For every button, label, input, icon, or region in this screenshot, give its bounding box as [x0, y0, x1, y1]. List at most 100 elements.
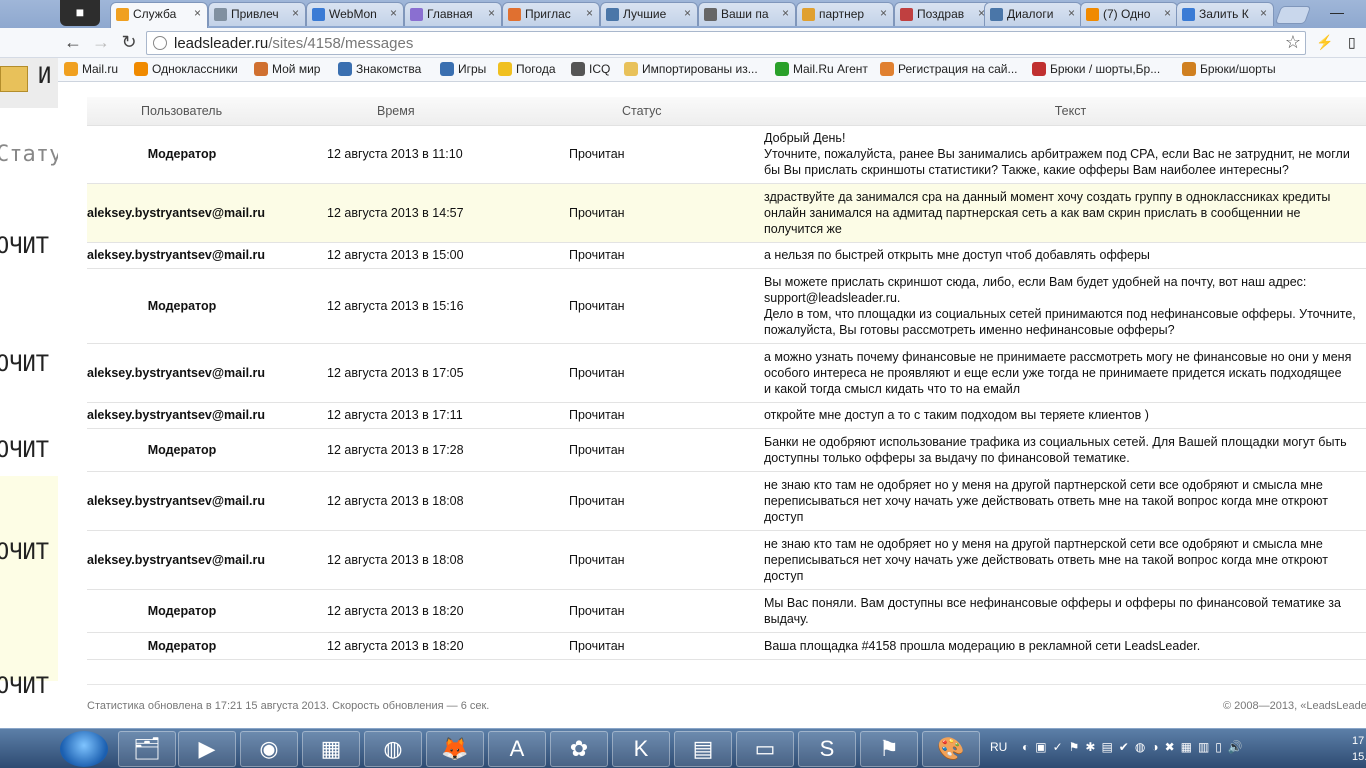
tab-0[interactable]: Служба × [110, 2, 208, 28]
table-row[interactable]: aleksey.bystryantsev@mail.ru 12 августа 2… [87, 471, 1366, 531]
tab-11[interactable]: Залить К × [1176, 2, 1274, 26]
message-status: Прочитан [569, 183, 764, 243]
bookmark-4[interactable]: Игры [440, 62, 486, 76]
clock[interactable]: 17 15.08 [1352, 733, 1366, 765]
bookmark-star-icon[interactable]: ☆ [1285, 32, 1301, 53]
paint-icon[interactable]: 🎨 [922, 731, 980, 767]
message-author: aleksey.bystryantsev@mail.ru [87, 530, 327, 590]
close-tab-icon[interactable]: × [586, 6, 593, 20]
language-indicator[interactable]: RU [990, 740, 1007, 754]
close-tab-icon[interactable]: × [292, 6, 299, 20]
tray-icons[interactable]: ◐▣✓⚑✱▤✔◍◑✖▦▥▯🔊 [1022, 740, 1249, 754]
column-header-user[interactable]: Пользователь [87, 97, 327, 126]
bookmark-9[interactable]: Регистрация на сай... [880, 62, 1018, 76]
bookmark-0[interactable]: Mail.ru [64, 62, 118, 76]
close-tab-icon[interactable]: × [782, 6, 789, 20]
column-header-text[interactable]: Текст [764, 97, 1366, 126]
text-editor-icon[interactable]: A [488, 731, 546, 767]
profile-avatar-icon[interactable]: ■ [60, 0, 100, 26]
message-time: 12 августа 2013 в 18:20 [327, 589, 569, 633]
bookmark-11[interactable]: Брюки/шорты [1182, 62, 1276, 76]
tab-label: партнер [819, 7, 865, 21]
close-tab-icon[interactable]: × [1260, 6, 1267, 20]
bookmark-7[interactable]: Импортированы из... [624, 62, 758, 76]
firefox-icon[interactable]: 🦊 [426, 731, 484, 767]
table-row[interactable]: aleksey.bystryantsev@mail.ru 12 августа 2… [87, 402, 1366, 429]
media-player-icon[interactable]: ▶ [178, 731, 236, 767]
close-tab-icon[interactable]: × [488, 6, 495, 20]
message-text-line: не знаю кто там не одобряет но у меня на… [764, 477, 1323, 492]
bookmark-5[interactable]: Погода [498, 62, 556, 76]
tab-8[interactable]: Поздрав × [894, 2, 992, 26]
minimize-icon[interactable]: — [1330, 4, 1344, 20]
tab-7[interactable]: партнер × [796, 2, 894, 26]
message-text-line: выдачу. [764, 611, 809, 626]
calculator-icon[interactable]: ▤ [674, 731, 732, 767]
kaspersky-extension-icon[interactable]: ⚡ [1316, 34, 1333, 51]
bookmark-3[interactable]: Знакомства [338, 62, 421, 76]
message-author: Модератор [87, 632, 327, 660]
background-read-label: ОЧИТ [0, 540, 49, 565]
tab-1[interactable]: Привлеч × [208, 2, 306, 26]
bookmark-label: Игры [458, 62, 487, 76]
reload-button[interactable]: ↻ [118, 32, 140, 54]
tab-label: Диалоги [1007, 7, 1054, 21]
skype-icon[interactable]: S [798, 731, 856, 767]
scanner-icon[interactable]: ▭ [736, 731, 794, 767]
forward-button[interactable]: → [90, 32, 112, 54]
message-text-line: не знаю кто там не одобряет но у меня на… [764, 536, 1323, 551]
close-tab-icon[interactable]: × [194, 6, 201, 20]
background-highlight [0, 476, 58, 681]
menu-icon[interactable]: ▯ [1348, 34, 1356, 51]
table-row[interactable]: Модератор 12 августа 2013 в 18:20 Прочитан… [87, 589, 1366, 633]
table-row[interactable]: aleksey.bystryantsev@mail.ru 12 августа 2… [87, 242, 1366, 269]
table-row[interactable]: Модератор 12 августа 2013 в 18:20 Прочитан… [87, 632, 1366, 660]
message-time: 12 августа 2013 в 15:16 [327, 268, 569, 344]
kaspersky-icon[interactable]: K [612, 731, 670, 767]
agent-icon [775, 62, 789, 76]
back-button[interactable]: ← [62, 32, 84, 54]
table-row[interactable]: Модератор 12 августа 2013 в 11:10 Прочитан… [87, 125, 1366, 184]
message-text: Ваша площадка #4158 прошла модерацию в р… [764, 632, 1366, 660]
flag-app-icon[interactable]: ⚑ [860, 731, 918, 767]
globe-gray-icon [704, 8, 717, 21]
close-tab-icon[interactable]: × [880, 6, 887, 20]
start-button[interactable] [60, 731, 108, 767]
tab-2[interactable]: WebMon × [306, 2, 404, 26]
bookmark-1[interactable]: Одноклассники [134, 62, 238, 76]
tab-5[interactable]: Лучшие × [600, 2, 698, 26]
new-tab-button[interactable] [1274, 6, 1312, 24]
m-icon [1182, 62, 1196, 76]
mailru-icon [64, 62, 78, 76]
footer-divider [87, 684, 1366, 685]
bookmark-6[interactable]: ICQ [571, 62, 610, 76]
explorer-icon[interactable]: 🗂 [118, 731, 176, 767]
chrome-icon[interactable]: ◍ [364, 731, 422, 767]
table-row[interactable]: aleksey.bystryantsev@mail.ru 12 августа 2… [87, 530, 1366, 590]
control-panel-icon[interactable]: ▦ [302, 731, 360, 767]
icq-icon[interactable]: ✿ [550, 731, 608, 767]
table-row[interactable]: aleksey.bystryantsev@mail.ru 12 августа 2… [87, 343, 1366, 403]
message-text: не знаю кто там не одобряет но у меня на… [764, 471, 1366, 531]
table-row[interactable]: Модератор 12 августа 2013 в 17:28 Прочитан… [87, 428, 1366, 472]
table-row[interactable]: Модератор 12 августа 2013 в 15:16 Прочитан… [87, 268, 1366, 344]
tab-10[interactable]: (7) Одно × [1080, 2, 1178, 26]
tab-3[interactable]: Главная × [404, 2, 502, 26]
table-row[interactable]: aleksey.bystryantsev@mail.ru 12 августа 2… [87, 183, 1366, 243]
webcam-icon[interactable]: ◉ [240, 731, 298, 767]
close-tab-icon[interactable]: × [1068, 6, 1075, 20]
copyright: © 2008—2013, «LeadsLeader [1223, 700, 1366, 712]
bookmark-10[interactable]: Брюки / шорты,Бр... [1032, 62, 1160, 76]
bookmark-8[interactable]: Mail.Ru Агент [775, 62, 868, 76]
close-tab-icon[interactable]: × [684, 6, 691, 20]
tab-6[interactable]: Ваши па × [698, 2, 796, 26]
address-bar[interactable]: leadsleader.ru/sites/4158/messages ☆ [146, 31, 1306, 55]
tab-9[interactable]: Диалоги × [984, 2, 1082, 26]
bookmark-2[interactable]: Мой мир [254, 62, 320, 76]
column-header-status[interactable]: Статус [569, 97, 764, 126]
close-tab-icon[interactable]: × [1164, 6, 1171, 20]
column-header-time[interactable]: Время [327, 97, 569, 126]
tab-4[interactable]: Приглас × [502, 2, 600, 26]
message-author: Модератор [87, 268, 327, 344]
close-tab-icon[interactable]: × [390, 6, 397, 20]
